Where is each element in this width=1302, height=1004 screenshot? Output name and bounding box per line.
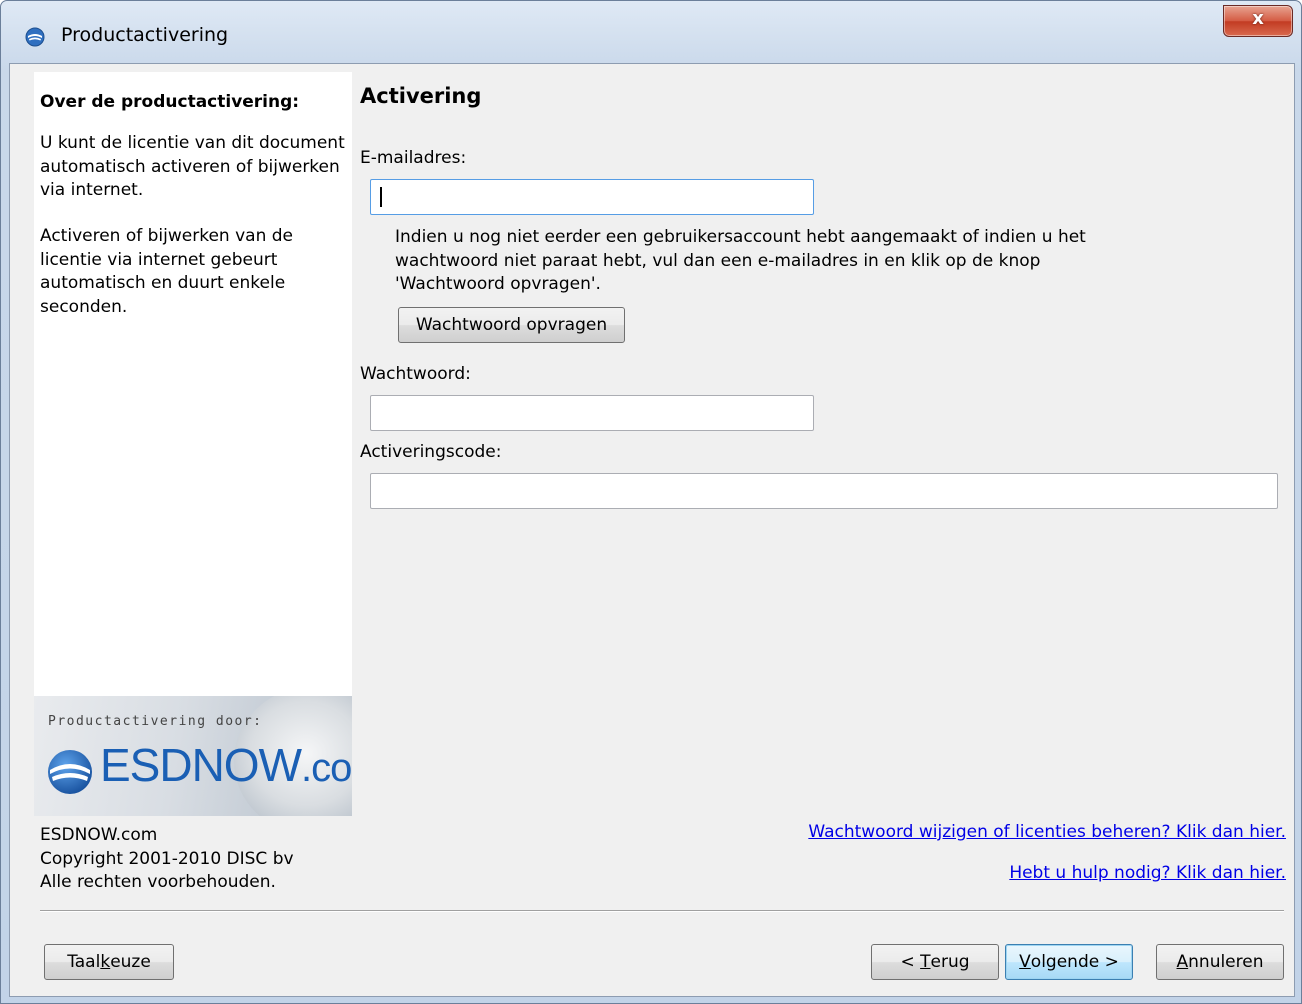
info-sidebar: Over de productactivering: U kunt de lic… [34,72,352,816]
activation-code-field[interactable] [370,473,1278,509]
logo-suffix: .com [301,746,352,790]
logo-caption: Productactivering door: [48,714,263,729]
footer-separator [40,910,1284,912]
cancel-button-accelerator: A [1176,952,1189,972]
next-button[interactable]: Volgende > [1005,944,1133,980]
dialog-body: Over de productactivering: U kunt de lic… [9,63,1295,997]
language-button-label-end: euze [110,952,151,972]
back-button-label-start: < [900,952,921,972]
language-button-accelerator: k [100,952,111,972]
next-button-label-end: olgende > [1030,952,1119,972]
title-bar[interactable]: Productactivering x [1,1,1301,65]
copyright-text: Copyright 2001-2010 DISC bv [40,848,294,869]
sidebar-paragraph-details: Activeren of bijwerken van de licentie v… [40,226,293,317]
password-label: Wachtwoord: [360,364,471,384]
back-button-label-end: erug [930,952,970,972]
esdnow-emblem-icon [48,750,92,794]
help-link[interactable]: Hebt u hulp nodig? Klik dan hier. [1009,863,1286,883]
help-text: Indien u nog niet eerder een gebruikersa… [395,227,1086,294]
back-button[interactable]: < Terug [871,944,999,980]
back-button-accelerator: T [920,952,931,972]
password-field[interactable] [370,395,814,431]
request-password-button[interactable]: Wachtwoord opvragen [398,307,625,343]
esdnow-logo-banner: Productactivering door: ESDNOW.com [34,696,352,816]
sidebar-heading: Over de productactivering: [40,92,300,112]
close-button[interactable]: x [1223,5,1293,37]
window-title: Productactivering [61,24,229,46]
page-title: Activering [360,84,482,108]
activation-code-label: Activeringscode: [360,442,502,462]
esdnow-logo-icon [25,27,45,47]
language-button[interactable]: Taal k euze [44,944,174,980]
language-button-label-start: Taal [67,952,101,972]
sidebar-paragraph-intro: U kunt de licentie van dit document auto… [40,133,345,200]
logo-wordmark: ESDNOW.com [100,738,352,792]
company-name: ESDNOW.com [40,825,158,845]
cancel-button-label-end: nnuleren [1188,952,1264,972]
logo-name: ESDNOW [100,739,302,791]
rights-text: Alle rechten voorbehouden. [40,872,276,892]
dialog-window: Productactivering x Over de productactiv… [0,0,1302,1004]
text-caret [380,187,382,207]
copyright-info: ESDNOW.com Copyright 2001-2010 DISC bv A… [40,824,294,895]
email-label: E-mailadres: [360,148,467,168]
email-field[interactable] [370,179,814,215]
close-icon: x [1252,8,1264,29]
manage-licenses-link[interactable]: Wachtwoord wijzigen of licenties beheren… [808,822,1286,842]
cancel-button[interactable]: Annuleren [1156,944,1284,980]
next-button-accelerator: V [1019,952,1031,972]
